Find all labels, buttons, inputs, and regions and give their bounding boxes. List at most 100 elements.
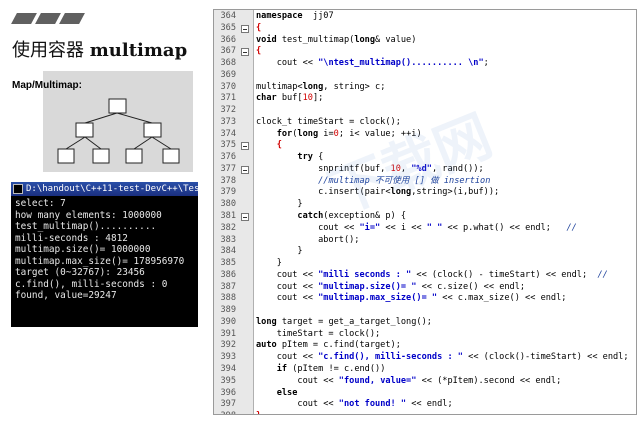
line-number: 383 — [220, 234, 236, 245]
code-line[interactable]: 394 if (pItem != c.end()) — [214, 364, 636, 376]
code-lines: 364 namespace jj07 365 {366 void test_multim… — [214, 11, 636, 414]
code-token: "%d" — [411, 163, 432, 174]
code-line[interactable]: 398} — [214, 411, 636, 414]
code-token: ; — [483, 58, 489, 69]
code-token: cout << — [256, 269, 319, 280]
code-line[interactable]: 382 cout << "i=" << i << " " << p.what()… — [214, 223, 636, 235]
code-line[interactable]: 388 cout << "multimap.max_size()= " << c… — [214, 293, 636, 305]
code-token: { — [256, 22, 262, 33]
code-token: // — [597, 269, 608, 280]
page-title-cn: 使用容器 — [12, 40, 84, 61]
code-line[interactable]: 396 else — [214, 388, 636, 400]
code-token: long — [297, 128, 319, 139]
code-token: "multimap.max_size()= " — [318, 293, 438, 304]
code-line[interactable]: 366 void test_multimap(long& value) — [214, 35, 636, 47]
fold-toggle-icon[interactable] — [241, 48, 249, 57]
code-token: auto — [256, 340, 277, 351]
code-token: clock_t timeStart = clock(); — [256, 116, 401, 127]
code-token: buf[ — [276, 93, 303, 104]
code-line[interactable]: 370 multimap<long, string> c; — [214, 82, 636, 94]
code-token: target = get_a_target_long(); — [276, 316, 432, 327]
code-line[interactable]: 386 cout << "milli seconds : " << (clock… — [214, 270, 636, 282]
console-output: select: 7 how many elements: 1000000 tes… — [11, 196, 198, 302]
code-text: //multimap 不可使用 [] 做 insertion — [256, 176, 490, 188]
code-line[interactable]: 395 cout << "found, value=" << (*pItem).… — [214, 376, 636, 388]
code-line[interactable]: 387 cout << "multimap.size()= " << c.siz… — [214, 282, 636, 294]
code-line[interactable]: 369 — [214, 70, 636, 82]
fold-toggle-icon[interactable] — [241, 213, 249, 222]
line-number: 375 — [220, 140, 236, 151]
code-editor[interactable]: 364 namespace jj07 365 {366 void test_multim… — [213, 9, 637, 415]
line-number: 376 — [220, 152, 236, 163]
code-token: namespace — [256, 11, 303, 21]
code-line[interactable]: 364 namespace jj07 — [214, 11, 636, 23]
code-line[interactable]: 391 timeStart = clock(); — [214, 329, 636, 341]
code-token: << (clock()-timeStart) << endl; — [462, 352, 629, 363]
code-line[interactable]: 381 catch(exception& p) { — [214, 211, 636, 223]
code-line[interactable]: 397 cout << "not found! " << endl; — [214, 399, 636, 411]
code-token: "not found! " — [338, 399, 407, 410]
code-line[interactable]: 376 try { — [214, 152, 636, 164]
line-number: 379 — [220, 187, 236, 198]
code-token: << p.what() << endl; — [442, 222, 567, 233]
fold-toggle-icon[interactable] — [241, 24, 249, 33]
line-number: 364 — [220, 11, 236, 21]
tree-node — [143, 122, 162, 138]
code-text: auto pItem = c.find(target); — [256, 340, 401, 352]
line-number: 385 — [220, 258, 236, 269]
code-line[interactable]: 384 } — [214, 246, 636, 258]
code-token: timeStart = clock(); — [256, 328, 381, 339]
code-line[interactable]: 374 for(long i=0; i< value; ++i) — [214, 129, 636, 141]
code-text: if (pItem != c.end()) — [256, 364, 386, 376]
code-line[interactable]: 392 auto pItem = c.find(target); — [214, 340, 636, 352]
fold-toggle-icon[interactable] — [241, 165, 249, 174]
code-line[interactable]: 365 { — [214, 23, 636, 35]
code-line[interactable]: 389 — [214, 305, 636, 317]
code-line[interactable]: 375 { — [214, 140, 636, 152]
code-line[interactable]: 368 cout << "\ntest_multimap()..........… — [214, 58, 636, 70]
line-number: 395 — [220, 375, 236, 386]
code-line[interactable]: 373 clock_t timeStart = clock(); — [214, 117, 636, 129]
console-line: c.find(), milli-seconds : 0 — [15, 278, 168, 290]
code-token: "i=" — [359, 222, 381, 233]
code-line[interactable]: 393 cout << "c.find(), milli-seconds : "… — [214, 352, 636, 364]
code-line[interactable]: 379 c.insert(pair<long,string>(i,buf)); — [214, 187, 636, 199]
code-token: ]; — [312, 93, 324, 104]
line-number: 366 — [220, 34, 236, 45]
code-line[interactable]: 380 } — [214, 199, 636, 211]
line-number: 380 — [220, 199, 236, 210]
code-text: cout << "\ntest_multimap().......... \n"… — [256, 58, 489, 70]
code-token: ,string>(i,buf)); — [411, 187, 500, 198]
code-token: } — [256, 411, 261, 414]
line-number: 372 — [220, 105, 236, 116]
code-line[interactable]: 378 //multimap 不可使用 [] 做 insertion — [214, 176, 636, 188]
code-text: void test_multimap(long& value) — [256, 35, 416, 47]
code-line[interactable]: 367 { — [214, 46, 636, 58]
code-token: snprintf(buf, — [256, 163, 391, 174]
code-text: try { — [256, 152, 323, 164]
code-line[interactable]: 385 } — [214, 258, 636, 270]
code-text: cout << "found, value=" << (*pItem).seco… — [256, 376, 561, 388]
code-line[interactable]: 377 snprintf(buf, 10, "%d", rand()); — [214, 164, 636, 176]
console-app-icon — [13, 184, 23, 194]
code-token: //multimap 不可使用 [] 做 insertion — [318, 175, 491, 186]
console-line: found, value=29247 — [15, 290, 117, 301]
code-text: { — [256, 23, 261, 35]
code-token: jj07 — [302, 11, 334, 21]
console-titlebar[interactable]: D:\handout\C++11-test-DevC++\Test-STL\te — [11, 182, 198, 196]
code-token: << endl; — [406, 399, 453, 410]
code-text: multimap<long, string> c; — [256, 82, 385, 94]
fold-toggle-icon[interactable] — [241, 142, 249, 151]
code-token: try — [297, 152, 313, 163]
code-line[interactable]: 371 char buf[10]; — [214, 93, 636, 105]
code-line[interactable]: 383 abort(); — [214, 235, 636, 247]
code-token: multimap< — [256, 81, 303, 92]
code-line[interactable]: 390 long target = get_a_target_long(); — [214, 317, 636, 329]
code-token: << c.max_size() << endl; — [437, 293, 567, 304]
code-text: cout << "c.find(), milli-seconds : " << … — [256, 352, 629, 364]
code-token: ; i< value; ++i) — [338, 128, 422, 139]
code-line[interactable]: 372 — [214, 105, 636, 117]
line-number: 393 — [220, 352, 236, 363]
code-text: char buf[10]; — [256, 93, 323, 105]
